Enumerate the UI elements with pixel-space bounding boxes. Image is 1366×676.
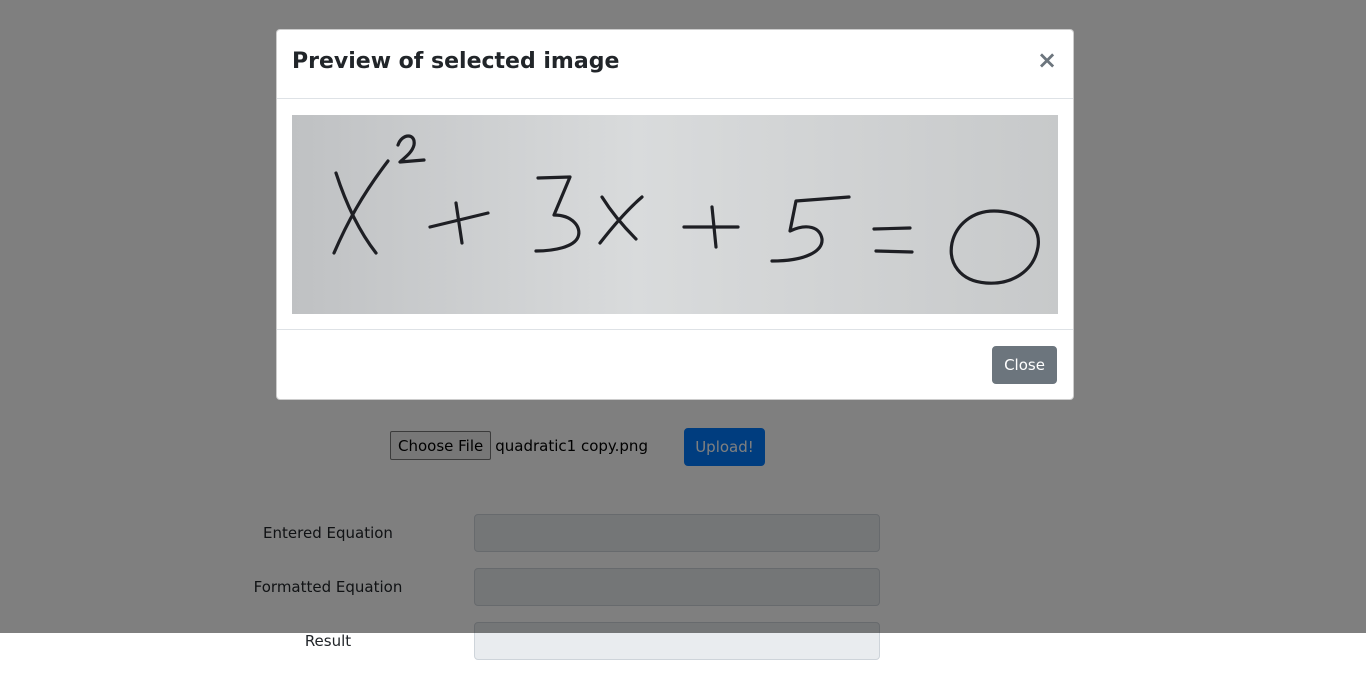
modal-body: [277, 99, 1073, 330]
image-preview-modal: Preview of selected image × Close: [276, 29, 1074, 400]
close-icon[interactable]: ×: [1037, 48, 1057, 72]
preview-image: [292, 115, 1058, 314]
page: Choose File quadratic1 copy.png Upload! …: [0, 0, 1366, 676]
modal-header: Preview of selected image ×: [277, 30, 1073, 99]
close-button[interactable]: Close: [992, 346, 1057, 384]
modal-title: Preview of selected image: [292, 49, 620, 74]
result-label: Result: [304, 632, 352, 650]
